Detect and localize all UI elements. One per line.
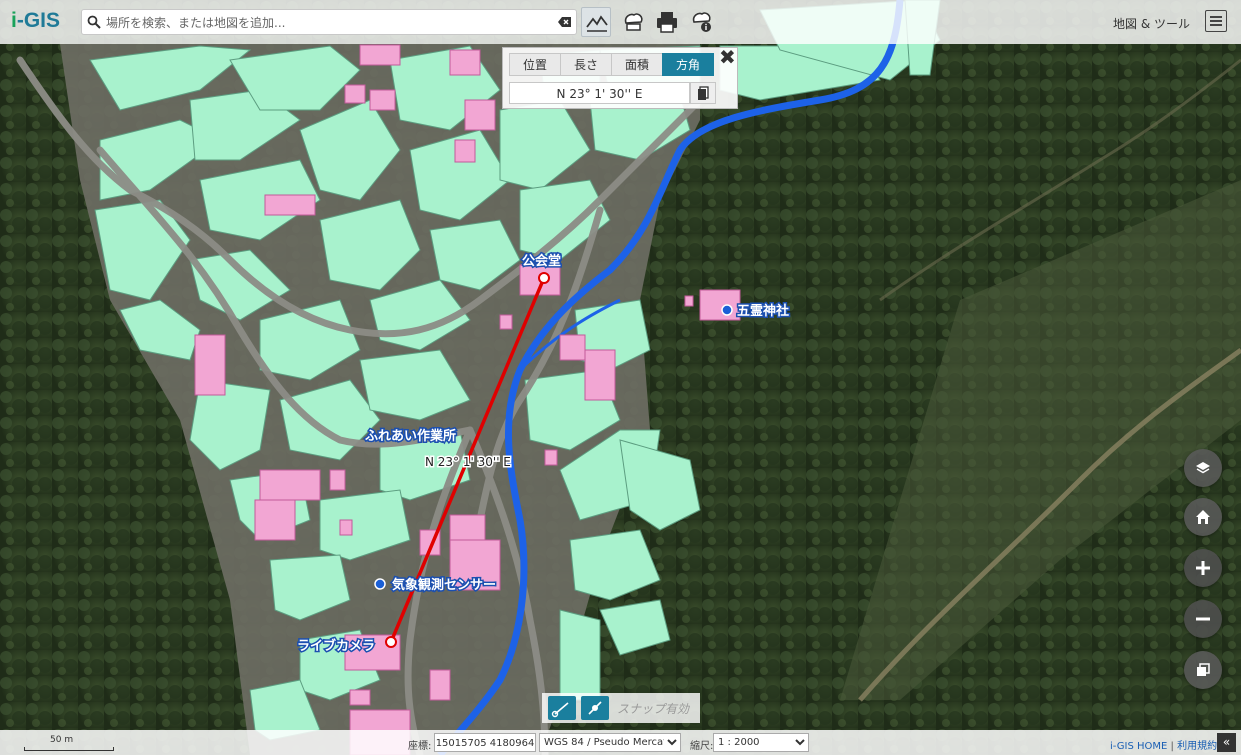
menu-icon	[1210, 16, 1222, 18]
place-label-goryo[interactable]: 五霊神社	[736, 302, 791, 321]
place-label-fureai[interactable]: ふれあい作業所	[364, 427, 458, 446]
snap-control: スナップ有効	[542, 693, 700, 723]
elevation-profile-button[interactable]	[581, 7, 611, 37]
copy-map-button[interactable]	[1184, 651, 1222, 689]
info-button[interactable]	[687, 7, 717, 37]
elevation-profile-icon	[586, 15, 608, 32]
tab-length[interactable]: 長さ	[560, 53, 612, 76]
terms-link[interactable]: 利用規約	[1177, 741, 1217, 752]
bearing-result: N 23° 1' 30'' E	[509, 82, 690, 104]
minus-icon	[1196, 617, 1210, 621]
map-canvas[interactable]: 公会堂 五霊神社 ふれあい作業所 気象観測センサー ライブカメラ N 23° 1…	[0, 0, 1241, 755]
snap-label: スナップ有効	[617, 702, 690, 716]
tab-position[interactable]: 位置	[509, 53, 561, 76]
bearing-end-point	[538, 272, 550, 284]
close-icon[interactable]: ✖	[719, 47, 736, 67]
place-marker-sensor[interactable]	[374, 578, 386, 590]
home-button[interactable]	[1184, 498, 1222, 536]
zoom-label: 縮尺:	[690, 741, 714, 752]
erase-icon	[624, 13, 643, 31]
measure-panel: 位置 長さ 面積 方角 ✖ N 23° 1' 30'' E	[502, 47, 738, 109]
search-icon[interactable]	[87, 15, 101, 29]
tab-bearing[interactable]: 方角	[662, 53, 714, 76]
info-icon	[692, 12, 711, 32]
erase-button[interactable]	[618, 7, 648, 37]
snap-point-icon	[588, 701, 602, 715]
crs-select[interactable]: WGS 84 / Pseudo Mercator	[539, 733, 681, 752]
place-label-kokaido[interactable]: 公会堂	[521, 252, 563, 271]
print-icon	[657, 12, 677, 33]
igis-home-link[interactable]: i-GIS HOME	[1110, 741, 1167, 752]
bearing-map-label: N 23° 1' 30'' E	[425, 455, 511, 469]
map-tools-label[interactable]: 地図 & ツール	[1113, 15, 1190, 32]
copy-icon	[1197, 663, 1210, 676]
collapse-icon: «	[1222, 735, 1231, 749]
bearing-start-point	[385, 636, 397, 648]
copy-button[interactable]	[690, 82, 716, 104]
scale-bar-label: 50 m	[50, 735, 74, 745]
layers-button[interactable]	[1184, 449, 1222, 487]
place-label-camera[interactable]: ライブカメラ	[296, 637, 377, 656]
copy-icon	[698, 86, 709, 100]
snap-line-button[interactable]	[548, 696, 576, 720]
coord-label: 座標:	[408, 741, 432, 752]
tab-area[interactable]: 面積	[611, 53, 663, 76]
home-icon	[1196, 510, 1210, 524]
status-bar: 50 m 座標: 15015705 4180964 WGS 84 / Pseud…	[0, 730, 1241, 755]
scale-select[interactable]: 1 : 2000	[713, 733, 809, 752]
scale-bar-line	[24, 747, 114, 751]
zoom-out-button[interactable]	[1184, 600, 1222, 638]
plus-icon	[1196, 561, 1210, 575]
footer-links: i-GIS HOME | 利用規約	[1110, 737, 1217, 752]
search-box	[81, 9, 577, 35]
layers-icon	[1196, 462, 1210, 474]
coord-readout: 15015705 4180964	[434, 733, 536, 752]
menu-icon-line	[1210, 20, 1222, 22]
scale-bar: 50 m	[24, 734, 114, 751]
place-marker-goryo[interactable]	[721, 304, 733, 316]
link-separator: |	[1170, 741, 1174, 752]
snap-point-button[interactable]	[581, 696, 609, 720]
place-label-sensor[interactable]: 気象観測センサー	[391, 576, 498, 595]
menu-button[interactable]	[1205, 10, 1227, 32]
search-input[interactable]	[104, 12, 548, 34]
print-button[interactable]	[652, 7, 682, 37]
measure-tabs: 位置 長さ 面積 方角	[509, 53, 714, 76]
zoom-in-button[interactable]	[1184, 549, 1222, 587]
collapse-button[interactable]: «	[1217, 733, 1236, 752]
clear-search-icon[interactable]	[558, 16, 572, 28]
menu-icon-line	[1210, 24, 1222, 26]
app-logo[interactable]: i-GIS	[11, 9, 60, 33]
snap-line-icon	[551, 702, 569, 718]
top-bar: i-GIS 地図 & ツール	[0, 0, 1241, 44]
